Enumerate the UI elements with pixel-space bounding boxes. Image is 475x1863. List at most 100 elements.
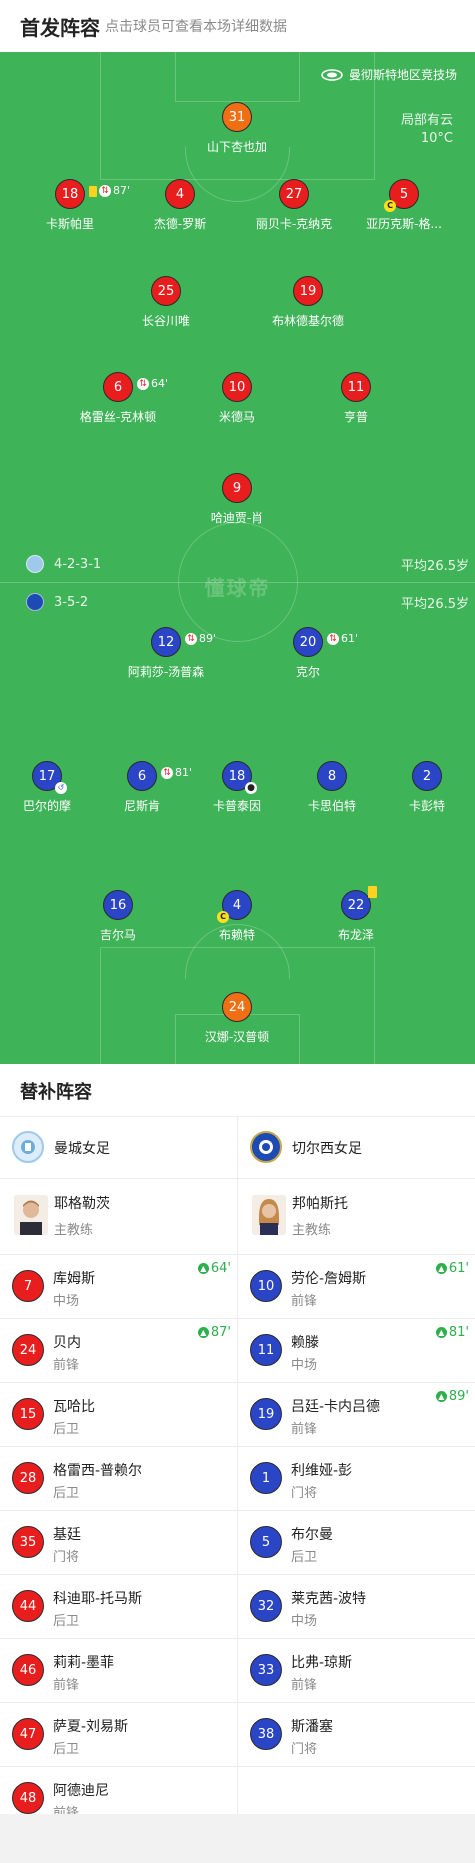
player-number: 9	[222, 473, 252, 503]
stadium-icon	[321, 68, 343, 81]
player-number: 24	[222, 992, 252, 1022]
sub-row[interactable]: 10 劳伦-詹姆斯 前锋 ▲ 61'	[238, 1255, 475, 1319]
player-home-rdm[interactable]: 19 布林德基尔德	[248, 276, 368, 329]
sub-number: 1	[250, 1462, 282, 1494]
coach-avatar	[252, 1195, 286, 1235]
coach-avatar	[14, 1195, 48, 1235]
player-number: 16	[103, 890, 133, 920]
sub-position: 中场	[291, 1358, 318, 1373]
player-name: 山下杏也加	[206, 140, 267, 154]
sub-name: 劳伦-詹姆斯	[291, 1271, 367, 1287]
position-swap-icon: ↺	[55, 782, 67, 794]
pitch: 曼彻斯特地区竞技场 局部有云 10°C 懂球帝 4-2-3-1 平均26.5岁 …	[0, 52, 475, 1064]
player-name: 杰德-罗斯	[153, 217, 207, 231]
sub-number: 11	[250, 1334, 282, 1366]
sub-name: 阿德迪尼	[53, 1783, 109, 1799]
sub-row[interactable]: 44 科迪耶-托马斯 后卫	[0, 1575, 237, 1639]
player-home-st[interactable]: 9 哈迪贾-肖	[177, 473, 297, 526]
home-formation: 4-2-3-1	[26, 555, 101, 573]
sub-position: 门将	[291, 1742, 318, 1757]
player-number: 17 ↺	[32, 761, 67, 794]
sub-position: 门将	[291, 1486, 318, 1501]
player-away-rcb[interactable]: 22 布龙泽	[296, 886, 416, 943]
player-home-rcb[interactable]: 27 丽贝卡-克纳克	[234, 179, 354, 232]
sub-name: 格雷西-普赖尔	[53, 1463, 143, 1479]
player-home-ldm[interactable]: 25 长谷川唯	[106, 276, 226, 329]
venue: 曼彻斯特地区竞技场	[321, 66, 457, 83]
sub-name: 斯潘塞	[291, 1719, 333, 1735]
coach-name: 邦帕斯托	[292, 1196, 348, 1212]
player-name: 阿莉莎-汤普森	[127, 665, 205, 679]
sub-number: 15	[12, 1398, 44, 1430]
player-away-gk[interactable]: 24 汉娜-汉普顿	[177, 992, 297, 1045]
player-name: 米德马	[218, 410, 255, 424]
weather-condition: 局部有云	[400, 113, 453, 128]
sub-position: 前锋	[291, 1422, 318, 1437]
sub-row[interactable]: 38 斯潘塞 门将	[238, 1703, 475, 1767]
home-coach-row[interactable]: 耶格勒茨 主教练	[0, 1179, 237, 1255]
player-name: 卡彭特	[408, 799, 445, 813]
sub-row[interactable]: 35 基廷 门将	[0, 1511, 237, 1575]
coach-role: 主教练	[54, 1223, 94, 1238]
lineup-header: 首发阵容 点击球员可查看本场详细数据	[0, 0, 475, 52]
substitution-in-icon: ▲	[435, 1327, 447, 1338]
player-away-rwb[interactable]: 2 卡彭特	[367, 761, 475, 814]
player-away-lcb[interactable]: 16 吉尔马	[58, 890, 178, 943]
player-away-cb[interactable]: 4C 布赖特	[177, 890, 297, 943]
player-home-lcb[interactable]: 4 杰德-罗斯	[120, 179, 240, 232]
sub-in-time: ▲ 64'	[197, 1261, 231, 1276]
substitution-in-icon: ▲	[197, 1327, 209, 1338]
player-number: 12 ⇅ 89'	[151, 627, 216, 657]
sub-number: 28	[12, 1462, 44, 1494]
sub-name: 贝内	[53, 1335, 81, 1351]
substitutes-header: 替补阵容	[0, 1064, 475, 1117]
away-coach-row[interactable]: 邦帕斯托 主教练	[238, 1179, 475, 1255]
sub-name: 布尔曼	[291, 1527, 333, 1543]
player-home-gk[interactable]: 31 山下杏也加	[177, 102, 297, 155]
sub-row[interactable]: 1 利维娅-彭 门将	[238, 1447, 475, 1511]
sub-row[interactable]: 47 萨夏-刘易斯 后卫	[0, 1703, 237, 1767]
away-formation-label: 3-5-2	[54, 594, 89, 610]
sub-number: 38	[250, 1718, 282, 1750]
sub-row[interactable]: 11 赖滕 中场 ▲ 81'	[238, 1319, 475, 1383]
sub-row[interactable]: 33 比弗-琼斯 前锋	[238, 1639, 475, 1703]
player-number: 8	[317, 761, 347, 791]
player-event: ⇅ 61'	[327, 624, 358, 654]
player-away-rst[interactable]: 20 ⇅ 61' 克尔	[248, 627, 368, 680]
player-home-ram[interactable]: 11 亨普	[296, 372, 416, 425]
sub-row[interactable]: 32 莱克茜-波特 中场	[238, 1575, 475, 1639]
sub-position: 后卫	[53, 1742, 80, 1757]
away-team-row[interactable]: 切尔西女足	[238, 1116, 475, 1179]
sub-row[interactable]: 46 莉莉-墨菲 前锋	[0, 1639, 237, 1703]
sub-number: 24	[12, 1334, 44, 1366]
sub-name: 基廷	[53, 1527, 81, 1543]
sub-row[interactable]: 28 格雷西-普赖尔 后卫	[0, 1447, 237, 1511]
venue-name: 曼彻斯特地区竞技场	[348, 68, 457, 82]
sub-name: 莱克茜-波特	[291, 1591, 367, 1607]
player-home-lb[interactable]: 18 ⇅ 87' 卡斯帕里	[10, 179, 130, 232]
substitution-out-icon: ⇅	[99, 185, 111, 197]
substitution-out-icon: ⇅	[327, 633, 339, 645]
player-away-lst[interactable]: 12 ⇅ 89' 阿莉莎-汤普森	[106, 627, 226, 680]
home-team-row[interactable]: 曼城女足	[0, 1116, 237, 1179]
sub-number: 10	[250, 1270, 282, 1302]
substitution-out-icon: ⇅	[161, 767, 173, 779]
sub-position: 前锋	[53, 1358, 80, 1373]
top-goal-box	[175, 52, 300, 102]
man-city-logo-icon	[12, 1131, 44, 1163]
player-number: 6 ⇅ 81'	[127, 761, 192, 791]
player-name: 克尔	[295, 665, 320, 679]
goal-ball-icon: ●	[245, 782, 257, 794]
bottom-spacer	[0, 1814, 475, 1863]
player-number: 19	[293, 276, 323, 306]
player-home-lam[interactable]: 6 ⇅ 64' 格雷丝-克林顿	[58, 372, 178, 425]
sub-number: 48	[12, 1782, 44, 1814]
sub-row[interactable]: 5 布尔曼 后卫	[238, 1511, 475, 1575]
player-home-cam[interactable]: 10 米德马	[177, 372, 297, 425]
player-home-rb[interactable]: 5C 亚历克斯-格...	[344, 179, 464, 232]
sub-row[interactable]: 15 瓦哈比 后卫	[0, 1383, 237, 1447]
sub-row[interactable]: 24 贝内 前锋 ▲ 87'	[0, 1319, 237, 1383]
substitution-in-icon: ▲	[197, 1263, 209, 1274]
sub-row[interactable]: 7 库姆斯 中场 ▲ 64'	[0, 1255, 237, 1319]
sub-row[interactable]: 19 吕廷-卡内吕德 前锋 ▲ 89'	[238, 1383, 475, 1447]
